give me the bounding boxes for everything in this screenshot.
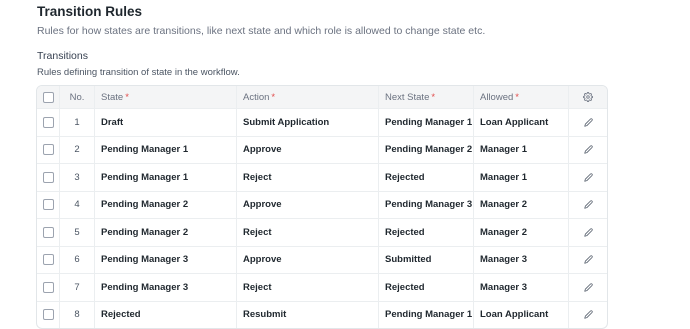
row-number: 5 bbox=[59, 219, 94, 246]
state-cell[interactable]: Pending Manager 2 bbox=[94, 219, 236, 246]
allowed-cell[interactable]: Manager 1 bbox=[473, 136, 568, 163]
allowed-cell[interactable]: Loan Applicant bbox=[473, 109, 568, 136]
next-state-cell[interactable]: Pending Manager 2 bbox=[378, 136, 473, 163]
table-row[interactable]: 3 Pending Manager 1 Reject Rejected Mana… bbox=[37, 163, 607, 191]
row-number: 2 bbox=[59, 136, 94, 163]
action-cell[interactable]: Submit Application bbox=[236, 109, 378, 136]
header-next-state: Next State * bbox=[378, 86, 473, 108]
header-action-label: Action bbox=[243, 91, 270, 103]
row-number: 7 bbox=[59, 274, 94, 301]
header-allowed-label: Allowed bbox=[480, 91, 514, 103]
row-number: 3 bbox=[59, 164, 94, 191]
required-mark: * bbox=[271, 91, 276, 103]
required-mark: * bbox=[431, 91, 436, 103]
table-body: 1 Draft Submit Application Pending Manag… bbox=[37, 108, 607, 328]
pencil-icon[interactable] bbox=[568, 191, 607, 218]
pencil-icon[interactable] bbox=[568, 136, 607, 163]
header-next-state-label: Next State bbox=[385, 91, 430, 103]
header-select-all-cell bbox=[37, 86, 59, 108]
allowed-cell[interactable]: Manager 1 bbox=[473, 164, 568, 191]
row-select-cell bbox=[37, 302, 59, 329]
header-allowed: Allowed * bbox=[473, 86, 568, 108]
pencil-icon[interactable] bbox=[568, 164, 607, 191]
next-state-cell[interactable]: Pending Manager 3 bbox=[378, 191, 473, 218]
state-cell[interactable]: Pending Manager 1 bbox=[94, 136, 236, 163]
action-cell[interactable]: Reject bbox=[236, 164, 378, 191]
table-row[interactable]: 1 Draft Submit Application Pending Manag… bbox=[37, 108, 607, 136]
table-row[interactable]: 8 Rejected Resubmit Pending Manager 1 Lo… bbox=[37, 300, 607, 329]
allowed-cell[interactable]: Manager 3 bbox=[473, 246, 568, 273]
row-number: 6 bbox=[59, 246, 94, 273]
header-state: State * bbox=[94, 86, 236, 108]
table-row[interactable]: 4 Pending Manager 2 Approve Pending Mana… bbox=[37, 190, 607, 219]
row-checkbox[interactable] bbox=[42, 199, 54, 211]
row-select-cell bbox=[37, 137, 59, 164]
row-select-cell bbox=[37, 247, 59, 274]
state-cell[interactable]: Draft bbox=[94, 109, 236, 136]
next-state-cell[interactable]: Rejected bbox=[378, 164, 473, 191]
state-cell[interactable]: Pending Manager 2 bbox=[94, 191, 236, 218]
allowed-cell[interactable]: Manager 3 bbox=[473, 274, 568, 301]
row-checkbox[interactable] bbox=[42, 116, 54, 128]
allowed-cell[interactable]: Manager 2 bbox=[473, 219, 568, 246]
state-cell[interactable]: Rejected bbox=[94, 301, 236, 328]
section-title: Transition Rules bbox=[37, 4, 143, 19]
row-select-cell bbox=[37, 164, 59, 191]
table-row[interactable]: 6 Pending Manager 3 Approve Submitted Ma… bbox=[37, 245, 607, 274]
pencil-icon[interactable] bbox=[568, 246, 607, 273]
table-row[interactable]: 5 Pending Manager 2 Reject Rejected Mana… bbox=[37, 218, 607, 246]
action-cell[interactable]: Approve bbox=[236, 136, 378, 163]
transitions-table: No. State * Action * Next State * Allowed * … bbox=[36, 85, 608, 329]
row-checkbox[interactable] bbox=[42, 171, 54, 183]
header-action: Action * bbox=[236, 86, 378, 108]
required-mark: * bbox=[515, 91, 519, 103]
row-checkbox[interactable] bbox=[42, 254, 54, 266]
section-description: Rules for how states are transitions, li… bbox=[37, 25, 486, 37]
row-select-cell bbox=[37, 192, 59, 219]
row-select-cell bbox=[37, 219, 59, 246]
row-checkbox[interactable] bbox=[42, 281, 54, 293]
row-checkbox[interactable] bbox=[42, 144, 54, 156]
action-cell[interactable]: Approve bbox=[236, 246, 378, 273]
next-state-cell[interactable]: Pending Manager 1 bbox=[378, 301, 473, 328]
header-state-label: State bbox=[101, 91, 124, 103]
row-checkbox[interactable] bbox=[42, 226, 54, 238]
row-number: 1 bbox=[59, 109, 94, 136]
row-number: 8 bbox=[59, 301, 94, 328]
state-cell[interactable]: Pending Manager 3 bbox=[94, 274, 236, 301]
row-checkbox[interactable] bbox=[42, 309, 54, 321]
action-cell[interactable]: Approve bbox=[236, 191, 378, 218]
pencil-icon[interactable] bbox=[568, 109, 607, 136]
select-all-checkbox[interactable] bbox=[42, 91, 54, 103]
pencil-icon[interactable] bbox=[568, 301, 607, 328]
next-state-cell[interactable]: Rejected bbox=[378, 274, 473, 301]
row-select-cell bbox=[37, 274, 59, 301]
table-header: No. State * Action * Next State * Allowed * bbox=[37, 86, 607, 108]
row-select-cell bbox=[37, 109, 59, 136]
action-cell[interactable]: Reject bbox=[236, 274, 378, 301]
action-cell[interactable]: Resubmit bbox=[236, 301, 378, 328]
allowed-cell[interactable]: Loan Applicant bbox=[473, 301, 568, 328]
transitions-label: Transitions bbox=[37, 50, 88, 62]
table-row[interactable]: 2 Pending Manager 1 Approve Pending Mana… bbox=[37, 135, 607, 164]
pencil-icon[interactable] bbox=[568, 274, 607, 301]
required-mark: * bbox=[125, 91, 129, 103]
transitions-description: Rules defining transition of state in th… bbox=[37, 67, 240, 78]
state-cell[interactable]: Pending Manager 3 bbox=[94, 246, 236, 273]
header-no: No. bbox=[59, 86, 94, 108]
pencil-icon[interactable] bbox=[568, 219, 607, 246]
table-row[interactable]: 7 Pending Manager 3 Reject Rejected Mana… bbox=[37, 273, 607, 301]
next-state-cell[interactable]: Pending Manager 1 bbox=[378, 109, 473, 136]
allowed-cell[interactable]: Manager 2 bbox=[473, 191, 568, 218]
action-cell[interactable]: Reject bbox=[236, 219, 378, 246]
next-state-cell[interactable]: Rejected bbox=[378, 219, 473, 246]
gear-icon[interactable] bbox=[568, 86, 607, 108]
next-state-cell[interactable]: Submitted bbox=[378, 246, 473, 273]
row-number: 4 bbox=[59, 191, 94, 218]
state-cell[interactable]: Pending Manager 1 bbox=[94, 164, 236, 191]
